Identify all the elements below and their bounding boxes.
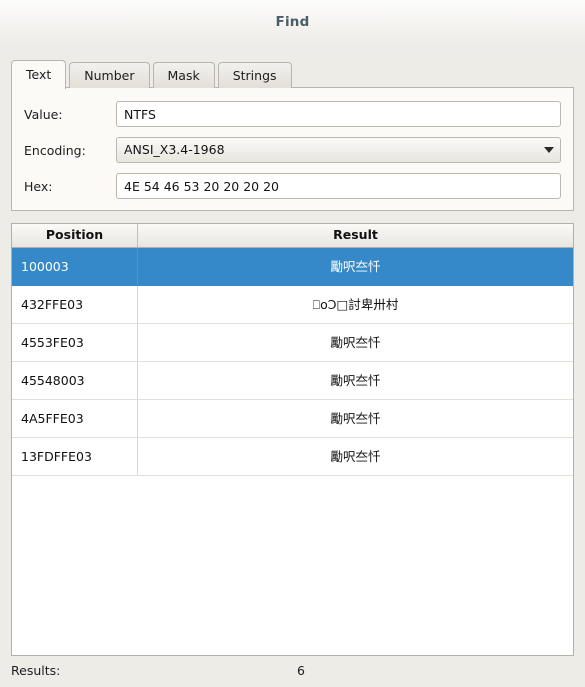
tab-number-label: Number bbox=[84, 68, 135, 83]
column-header-result[interactable]: Result bbox=[138, 224, 573, 247]
cell-result: 勵呎夳忏 bbox=[330, 411, 381, 426]
status-bar: Results: 6 bbox=[0, 659, 585, 687]
find-dialog: Find Text Number Mask Strings Value: NTF… bbox=[0, 0, 585, 687]
encoding-label: Encoding: bbox=[24, 142, 86, 158]
search-notebook: Text Number Mask Strings Value: Encoding… bbox=[11, 58, 574, 211]
cell-position: 45548003 bbox=[12, 362, 138, 399]
cell-result: 勵呎夳忏 bbox=[330, 373, 381, 388]
results-label: Results: bbox=[11, 663, 61, 678]
results-table[interactable]: Position Result 100003 勵呎夳忏 432FFE03 ⎕οƆ… bbox=[11, 223, 574, 656]
table-row[interactable]: 432FFE03 ⎕οƆ□討卑卅村 bbox=[12, 286, 573, 324]
table-header-row: Position Result bbox=[12, 224, 573, 248]
encoding-select[interactable]: ANSI_X3.4-1968 bbox=[116, 137, 561, 163]
hex-row: Hex: bbox=[24, 172, 561, 200]
cell-result: ⎕οƆ□討卑卅村 bbox=[312, 297, 399, 312]
tab-mask-label: Mask bbox=[167, 68, 200, 83]
hex-label: Hex: bbox=[24, 178, 53, 194]
cell-result: 勵呎夳忏 bbox=[330, 449, 381, 464]
encoding-selected-value: ANSI_X3.4-1968 bbox=[124, 142, 225, 157]
table-row[interactable]: 4A5FFE03 勵呎夳忏 bbox=[12, 400, 573, 438]
cell-position: 432FFE03 bbox=[12, 286, 138, 323]
table-row[interactable]: 13FDFFE03 勵呎夳忏 bbox=[12, 438, 573, 476]
cell-position: 13FDFFE03 bbox=[12, 438, 138, 475]
tab-mask[interactable]: Mask bbox=[152, 62, 215, 88]
tab-number[interactable]: Number bbox=[69, 62, 150, 88]
cell-position: 4A5FFE03 bbox=[12, 400, 138, 437]
column-header-position[interactable]: Position bbox=[12, 224, 138, 247]
chevron-down-icon bbox=[544, 147, 554, 153]
tab-strings[interactable]: Strings bbox=[217, 62, 292, 88]
table-row[interactable]: 4553FE03 勵呎夳忏 bbox=[12, 324, 573, 362]
hex-input[interactable] bbox=[116, 173, 561, 199]
tab-text[interactable]: Text bbox=[11, 60, 67, 89]
table-body: 100003 勵呎夳忏 432FFE03 ⎕οƆ□討卑卅村 4553FE03 勵… bbox=[12, 248, 573, 476]
value-row: Value: bbox=[24, 100, 561, 128]
table-row[interactable]: 100003 勵呎夳忏 bbox=[12, 248, 573, 286]
results-count: 6 bbox=[297, 663, 305, 678]
table-empty-area bbox=[12, 476, 573, 655]
cell-position: 100003 bbox=[12, 248, 138, 285]
cell-position: 4553FE03 bbox=[12, 324, 138, 361]
tab-strings-label: Strings bbox=[232, 68, 277, 83]
tab-text-label: Text bbox=[26, 67, 52, 82]
table-row[interactable]: 45548003 勵呎夳忏 bbox=[12, 362, 573, 400]
tab-panel-text: Value: Encoding: ANSI_X3.4-1968 Hex: bbox=[11, 87, 574, 211]
page-title: Find bbox=[275, 14, 310, 30]
cell-result: 勵呎夳忏 bbox=[330, 259, 381, 274]
encoding-row: Encoding: ANSI_X3.4-1968 bbox=[24, 136, 561, 164]
cell-result: 勵呎夳忏 bbox=[330, 335, 381, 350]
value-input[interactable] bbox=[116, 101, 561, 127]
tab-list: Text Number Mask Strings bbox=[11, 58, 574, 89]
value-label: Value: bbox=[24, 106, 63, 122]
dialog-titlebar: Find bbox=[0, 0, 585, 44]
